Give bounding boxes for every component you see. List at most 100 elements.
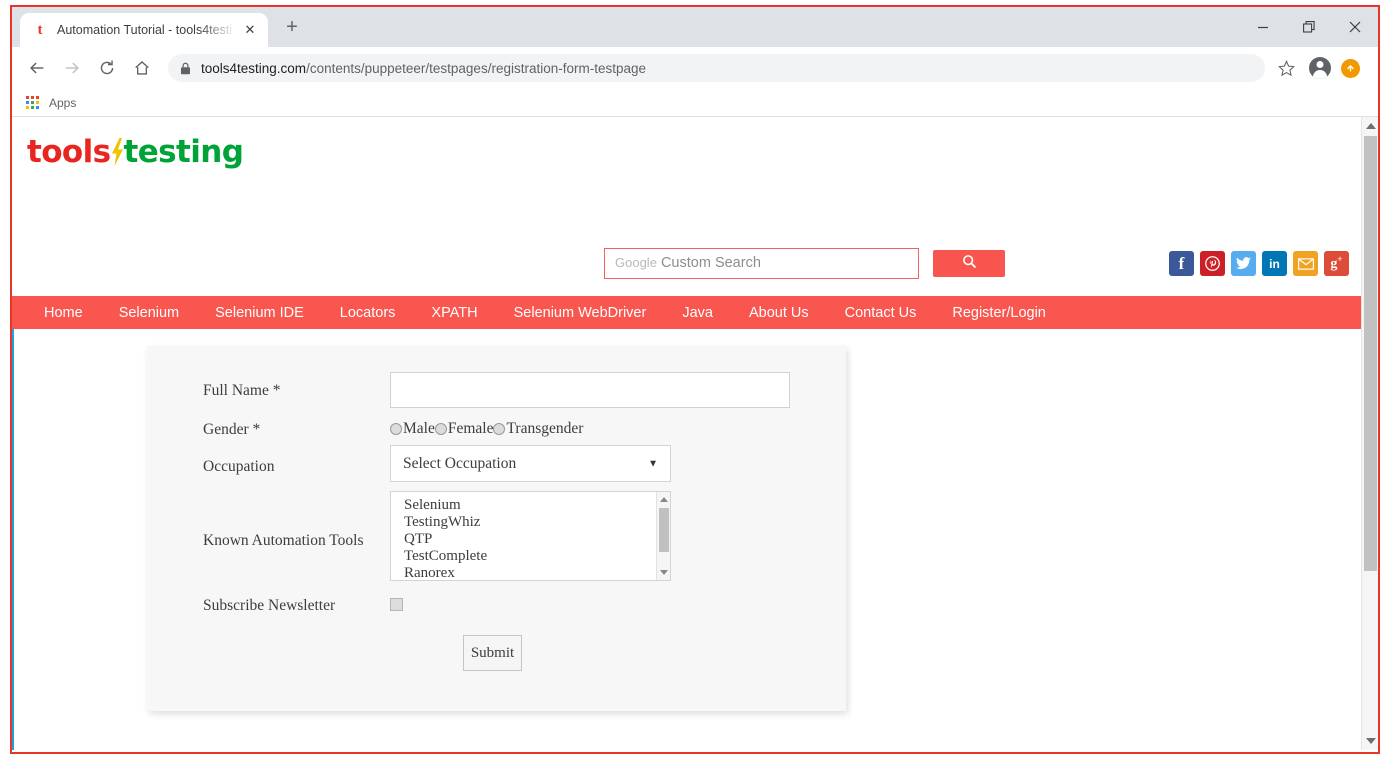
gender-radio-transgender[interactable]: Transgender <box>493 420 583 438</box>
tools-option[interactable]: TestingWhiz <box>404 514 670 531</box>
tab-close-icon[interactable]: ✕ <box>240 20 260 40</box>
page-content: tools testing Google Custom Search f in … <box>12 117 1361 750</box>
left-accent-line <box>12 329 14 750</box>
nav-item-selenium-webdriver[interactable]: Selenium WebDriver <box>496 305 665 321</box>
home-icon[interactable] <box>127 53 157 83</box>
apps-shortcut[interactable]: Apps <box>26 95 77 110</box>
toolbar-right-group <box>1271 53 1368 83</box>
scroll-down-arrow-icon[interactable] <box>660 570 668 575</box>
nav-item-locators[interactable]: Locators <box>322 305 414 321</box>
social-icons: f in g+ <box>1169 251 1349 276</box>
scroll-down-arrow-icon[interactable] <box>1366 738 1376 744</box>
logo-text-tools: tools <box>27 134 111 170</box>
search-button[interactable] <box>933 250 1005 277</box>
scroll-up-arrow-icon[interactable] <box>1366 123 1376 129</box>
radio-circle-icon <box>390 423 402 435</box>
browser-toolbar: tools4testing.com/contents/puppeteer/tes… <box>12 47 1378 89</box>
url-path: /contents/puppeteer/testpages/registrati… <box>306 60 647 76</box>
tools-option[interactable]: Selenium <box>404 497 670 514</box>
star-icon[interactable] <box>1271 53 1301 83</box>
tab-strip: t Automation Tutorial - tools4testi ✕ + <box>12 7 1378 47</box>
fullname-input[interactable] <box>390 372 790 408</box>
forward-arrow-icon[interactable] <box>57 53 87 83</box>
apps-grid-icon <box>26 95 40 110</box>
radio-circle-icon <box>493 423 506 435</box>
subscribe-label-row: Subscribe Newsletter <box>203 597 335 615</box>
gender-option-label: Male <box>403 420 435 437</box>
browser-window: t Automation Tutorial - tools4testi ✕ + <box>10 5 1380 754</box>
page-scroll-thumb[interactable] <box>1364 136 1377 571</box>
subscribe-label: Subscribe Newsletter <box>203 597 336 614</box>
url-domain: tools4testing.com <box>201 60 307 76</box>
scroll-up-arrow-icon[interactable] <box>660 497 668 502</box>
facebook-icon[interactable]: f <box>1169 251 1194 276</box>
tools-option[interactable]: Ranorex <box>404 565 670 580</box>
apps-label: Apps <box>49 95 77 110</box>
nav-item-contact-us[interactable]: Contact Us <box>827 305 935 321</box>
bookmarks-bar: Apps <box>12 89 1378 117</box>
lock-icon <box>180 62 191 75</box>
window-minimize-button[interactable] <box>1240 7 1286 47</box>
gender-label: Gender * <box>203 421 261 438</box>
profile-avatar[interactable] <box>1309 57 1331 79</box>
browser-tab[interactable]: t Automation Tutorial - tools4testi ✕ <box>20 13 268 47</box>
twitter-icon[interactable] <box>1231 251 1256 276</box>
listbox-scrollbar[interactable] <box>656 492 670 580</box>
new-tab-button[interactable]: + <box>278 14 306 42</box>
occupation-selected-value: Select Occupation <box>403 454 517 472</box>
back-arrow-icon[interactable] <box>22 53 52 83</box>
gender-radio-male[interactable]: Male <box>390 420 435 438</box>
main-navigation: Home Selenium Selenium IDE Locators XPATH Sel… <box>12 296 1361 329</box>
automation-tools-list: Selenium TestingWhiz QTP TestComplete Ranore… <box>391 492 670 580</box>
nav-item-selenium-ide[interactable]: Selenium IDE <box>197 305 322 321</box>
googleplus-icon[interactable]: g+ <box>1324 251 1349 276</box>
automation-tools-listbox[interactable]: Selenium TestingWhiz QTP TestComplete Ranore… <box>390 491 671 581</box>
pinterest-icon[interactable] <box>1200 251 1225 276</box>
tab-favicon-icon: t <box>37 22 43 38</box>
window-close-button[interactable] <box>1332 7 1378 47</box>
tab-title: Automation Tutorial - tools4testi <box>57 23 233 37</box>
gender-radio-female[interactable]: Female <box>434 420 494 438</box>
gender-option-label: Transgender <box>506 420 584 437</box>
tools-label-row: Known Automation Tools <box>203 532 364 550</box>
registration-form-panel: Full Name * Gender * Male Female Transge… <box>147 346 846 711</box>
site-header: tools testing <box>12 117 1361 187</box>
nav-item-java[interactable]: Java <box>664 305 731 321</box>
occupation-label: Occupation <box>203 458 275 475</box>
tools-option[interactable]: QTP <box>404 531 670 548</box>
tools-option[interactable]: TestComplete <box>404 548 670 565</box>
logo-text-testing: testing <box>123 134 244 170</box>
fullname-label: Full Name * <box>203 382 281 399</box>
page-scrollbar[interactable] <box>1361 117 1378 750</box>
chevron-down-icon: ▼ <box>648 458 658 469</box>
gender-label-row: Gender * <box>203 421 260 439</box>
fullname-label-row: Full Name * <box>203 382 281 400</box>
submit-button[interactable]: Submit <box>463 635 522 671</box>
page-viewport: tools testing Google Custom Search f in … <box>12 117 1378 750</box>
nav-item-xpath[interactable]: XPATH <box>413 305 495 321</box>
occupation-select[interactable]: Select Occupation ▼ <box>390 445 671 482</box>
listbox-scroll-thumb[interactable] <box>659 508 669 552</box>
email-icon[interactable] <box>1293 251 1318 276</box>
address-bar[interactable]: tools4testing.com/contents/puppeteer/tes… <box>168 54 1265 82</box>
lightning-bolt-icon <box>111 138 124 166</box>
reload-icon[interactable] <box>92 53 122 83</box>
address-bar-url: tools4testing.com/contents/puppeteer/tes… <box>201 61 646 76</box>
gender-options: Male Female Transgender <box>390 420 583 438</box>
update-arrow-icon[interactable] <box>1341 58 1360 78</box>
nav-item-register-login[interactable]: Register/Login <box>934 305 1064 321</box>
subscribe-checkbox[interactable] <box>390 598 403 611</box>
tools-label: Known Automation Tools <box>203 532 364 549</box>
search-input[interactable] <box>604 248 919 279</box>
occupation-label-row: Occupation <box>203 458 274 476</box>
window-maximize-button[interactable] <box>1286 7 1332 47</box>
nav-item-about-us[interactable]: About Us <box>731 305 827 321</box>
linkedin-icon[interactable]: in <box>1262 251 1287 276</box>
window-controls <box>1240 7 1378 47</box>
site-logo[interactable]: tools testing <box>27 134 244 170</box>
search-area: Google Custom Search <box>604 248 1005 279</box>
nav-item-selenium[interactable]: Selenium <box>101 305 197 321</box>
nav-item-home[interactable]: Home <box>26 305 101 321</box>
gender-option-label: Female <box>447 420 494 437</box>
radio-circle-icon <box>434 423 447 435</box>
